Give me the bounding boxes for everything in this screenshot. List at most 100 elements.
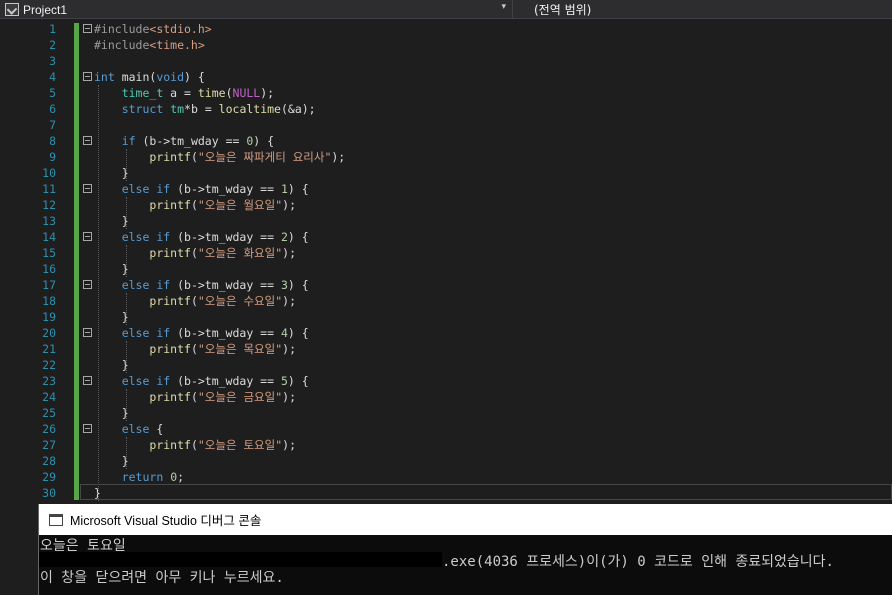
collapse-region-icon[interactable]	[83, 184, 92, 193]
code-token: *b =	[184, 102, 219, 116]
code-line[interactable]: #include<stdio.h>	[94, 21, 212, 37]
code-line[interactable]: printf("오늘은 짜파게티 요리사");	[94, 149, 345, 165]
debug-console-window[interactable]: Microsoft Visual Studio 디버그 콘솔 오늘은 토요일 .…	[38, 504, 892, 595]
code-token: 2	[280, 230, 288, 244]
code-line[interactable]: else if (b->tm_wday == 3) {	[94, 277, 309, 293]
project-name: Project1	[23, 2, 68, 17]
code-line[interactable]: printf("오늘은 토요일");	[94, 437, 296, 453]
collapse-region-icon[interactable]	[83, 280, 92, 289]
code-token: );	[282, 342, 296, 356]
code-line[interactable]: struct tm*b = localtime(&a);	[94, 101, 316, 117]
change-tracking-bar	[74, 23, 79, 500]
code-token: );	[282, 294, 296, 308]
code-token: (&a);	[280, 102, 316, 116]
indent-guide	[126, 437, 127, 469]
code-token: "오늘은 수요일"	[197, 294, 283, 308]
code-line[interactable]: else if (b->tm_wday == 4) {	[94, 325, 309, 341]
line-number: 11	[42, 182, 56, 196]
line-number: 26	[42, 422, 56, 436]
line-number: 6	[49, 102, 56, 116]
code-line[interactable]: printf("오늘은 월요일");	[94, 197, 296, 213]
code-line[interactable]: printf("오늘은 금요일");	[94, 389, 296, 405]
code-area[interactable]: #include<stdio.h> #include<time.h> int mai…	[80, 20, 892, 504]
code-token: (	[190, 390, 198, 404]
code-token: 1	[280, 182, 288, 196]
collapse-region-icon[interactable]	[83, 376, 92, 385]
code-line[interactable]: }	[94, 357, 129, 373]
code-line[interactable]: }	[94, 213, 129, 229]
line-number: 3	[49, 54, 56, 68]
collapse-region-icon[interactable]	[83, 136, 92, 145]
collapse-region-icon[interactable]	[83, 232, 92, 241]
code-token: (	[190, 150, 198, 164]
code-line[interactable]: }	[94, 453, 129, 469]
code-line[interactable]: }	[94, 165, 129, 181]
indent-guide	[126, 341, 127, 373]
code-line[interactable]: else if (b->tm_wday == 5) {	[94, 373, 309, 389]
line-number: 20	[42, 326, 56, 340]
line-number: 12	[42, 198, 56, 212]
line-number: 29	[42, 470, 56, 484]
code-token: "오늘은 월요일"	[197, 198, 283, 212]
line-number: 19	[42, 310, 56, 324]
code-token: );	[260, 86, 275, 100]
code-token: printf	[149, 438, 191, 452]
code-token: (	[190, 342, 198, 356]
collapse-region-icon[interactable]	[83, 424, 92, 433]
console-titlebar[interactable]: Microsoft Visual Studio 디버그 콘솔	[39, 504, 892, 535]
code-token: ;	[177, 470, 185, 484]
code-line[interactable]: }	[94, 405, 129, 421]
collapse-region-icon[interactable]	[83, 72, 92, 81]
code-token: (	[190, 294, 198, 308]
indent-guide	[126, 245, 127, 277]
line-number: 13	[42, 214, 56, 228]
console-output: 오늘은 토요일 .exe(4036 프로세스)이(가) 0 코드로 인해 종료되…	[39, 535, 892, 595]
code-token: }	[94, 166, 129, 180]
code-editor[interactable]: 1 2 3 4 5 6 7 8 9 10 11 12 13 14 15 16 17 18 19 20 21 22 23 24 2…	[0, 20, 892, 504]
code-token: NULL	[232, 86, 261, 100]
code-line[interactable]: printf("오늘은 수요일");	[94, 293, 296, 309]
line-number: 10	[42, 166, 56, 180]
code-line[interactable]: if (b->tm_wday == 0) {	[94, 133, 274, 149]
code-token: return	[121, 470, 164, 484]
code-token: time_t	[121, 86, 164, 100]
code-token: if	[121, 134, 136, 148]
code-token: else if	[121, 278, 171, 292]
line-number: 8	[49, 134, 56, 148]
code-line[interactable]: }	[94, 261, 129, 277]
code-token: time	[197, 86, 226, 100]
line-number: 17	[42, 278, 56, 292]
code-line[interactable]: int main(void) {	[94, 69, 205, 85]
code-line[interactable]: else if (b->tm_wday == 2) {	[94, 229, 309, 245]
code-token: (	[225, 86, 233, 100]
code-line[interactable]: #include<time.h>	[94, 37, 205, 53]
line-number: 15	[42, 246, 56, 260]
code-line[interactable]: return 0;	[94, 469, 184, 485]
redacted-path	[39, 552, 442, 567]
code-line[interactable]: }	[94, 309, 129, 325]
code-token: );	[282, 246, 296, 260]
code-line[interactable]: else {	[94, 421, 164, 437]
collapse-region-icon[interactable]	[83, 328, 92, 337]
code-token: else if	[121, 230, 171, 244]
code-token: void	[156, 70, 185, 84]
line-number: 21	[42, 342, 56, 356]
code-token: struct	[121, 102, 164, 116]
code-line[interactable]: printf("오늘은 목요일");	[94, 341, 296, 357]
code-token: localtime	[218, 102, 281, 116]
code-token: (	[190, 438, 198, 452]
chevron-down-icon[interactable]: ▾	[501, 2, 506, 12]
scope-dropdown[interactable]: (전역 범위)	[513, 0, 892, 19]
code-line[interactable]: time_t a = time(NULL);	[94, 85, 274, 101]
code-token: <time.h>	[149, 38, 205, 52]
code-line[interactable]: printf("오늘은 화요일");	[94, 245, 296, 261]
project-dropdown[interactable]: Project1 ▾	[0, 0, 512, 19]
collapse-region-icon[interactable]	[83, 24, 92, 33]
scope-label: (전역 범위)	[534, 3, 592, 17]
code-line[interactable]: else if (b->tm_wday == 1) {	[94, 181, 309, 197]
code-token: 4	[280, 326, 288, 340]
line-number: 1	[49, 22, 56, 36]
